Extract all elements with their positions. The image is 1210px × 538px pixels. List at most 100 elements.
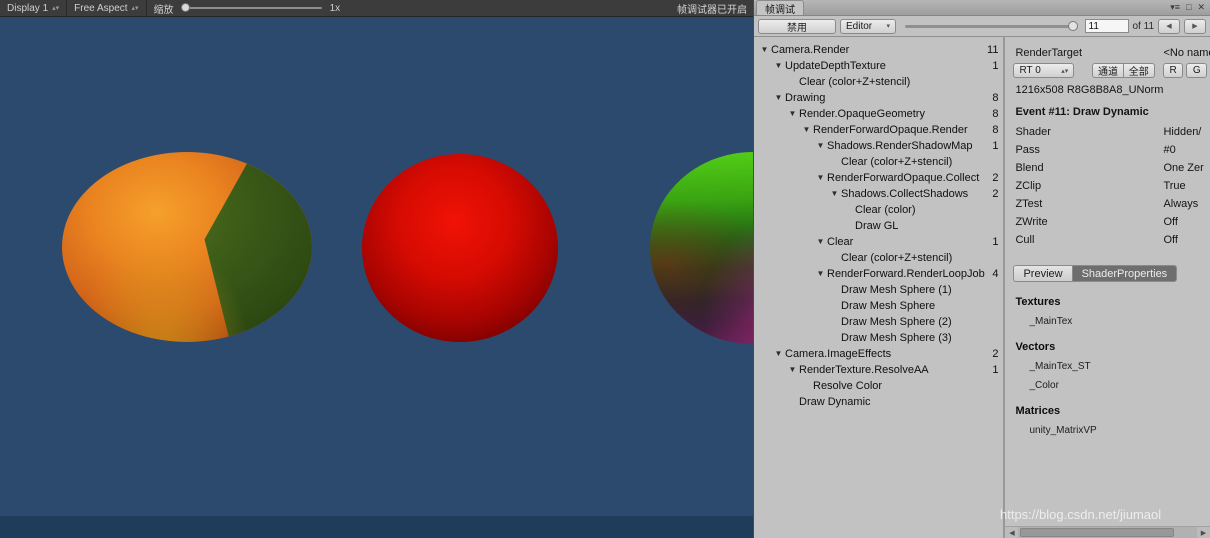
- event-slider-knob[interactable]: [1067, 20, 1078, 31]
- state-label: ZClip: [1015, 180, 1042, 192]
- red-channel-button[interactable]: R: [1162, 63, 1184, 78]
- tree-row[interactable]: Clear (color+Z+stencil): [754, 250, 1003, 266]
- zoom-slider-knob[interactable]: [180, 3, 190, 12]
- window-titlebar: 帧调试 ▾≡ □ ✕: [754, 0, 1210, 16]
- foldout-arrow-icon[interactable]: ▼: [772, 346, 785, 362]
- scroll-right-icon[interactable]: ▶: [1197, 529, 1210, 537]
- tree-row[interactable]: ▼ RenderForwardOpaque.Render 8: [754, 122, 1003, 138]
- foldout-arrow-icon[interactable]: ▼: [828, 186, 841, 202]
- tree-row-label: Clear: [827, 236, 854, 248]
- tree-row[interactable]: ▼ RenderTexture.ResolveAA 1: [754, 362, 1003, 378]
- tree-row[interactable]: ▼ RenderForwardOpaque.Collect 2: [754, 170, 1003, 186]
- next-event-button[interactable]: ▶: [1184, 18, 1206, 34]
- scroll-left-icon[interactable]: ◀: [1005, 529, 1018, 537]
- render-target-size: 1216x508 R8G8B8A8_UNorm: [1015, 84, 1164, 96]
- tree-row[interactable]: ▼ Shadows.CollectShadows 2: [754, 186, 1003, 202]
- tab-shaderproperties[interactable]: ShaderProperties: [1071, 265, 1178, 282]
- foldout-arrow-icon[interactable]: ▼: [786, 362, 799, 378]
- tree-row[interactable]: ▼ Drawing 8: [754, 90, 1003, 106]
- state-label: Cull: [1015, 234, 1035, 246]
- state-label: Blend: [1015, 162, 1044, 174]
- rt-dropdown-label: RT 0: [1019, 65, 1041, 76]
- zoom-slider[interactable]: [180, 3, 322, 12]
- foldout-arrow-icon[interactable]: ▼: [786, 106, 799, 122]
- scrollbar-thumb[interactable]: [1020, 528, 1174, 537]
- rt-dropdown[interactable]: RT 0 ▴▾: [1013, 63, 1075, 78]
- all-channels-button[interactable]: 全部: [1123, 63, 1155, 78]
- tree-row[interactable]: Draw Mesh Sphere (3): [754, 330, 1003, 346]
- tree-row-label: Drawing: [785, 92, 826, 104]
- scrollbar-track[interactable]: [1018, 527, 1197, 538]
- tree-row[interactable]: Draw Mesh Sphere (2): [754, 314, 1003, 330]
- foldout-arrow-icon[interactable]: ▼: [814, 138, 827, 154]
- render-target-value: <No name: [1163, 47, 1210, 59]
- frame-debugger-tab[interactable]: 帧调试: [756, 0, 804, 16]
- foldout-arrow-icon[interactable]: ▼: [772, 58, 785, 74]
- shader-state-row: Cull Off: [1005, 231, 1210, 249]
- tree-row[interactable]: Draw GL: [754, 218, 1003, 234]
- tree-row[interactable]: ▼ Camera.ImageEffects 2: [754, 346, 1003, 362]
- tree-row[interactable]: ▼ Camera.Render 11: [754, 42, 1003, 58]
- tree-row-label: Clear (color+Z+stencil): [841, 252, 953, 264]
- tree-row-label: Draw Dynamic: [799, 396, 871, 408]
- foldout-arrow-icon[interactable]: ▼: [814, 170, 827, 186]
- channel-toolbar: RT 0 ▴▾ 通道 全部 R G: [1005, 62, 1210, 79]
- tree-row[interactable]: ▼ UpdateDepthTexture 1: [754, 58, 1003, 74]
- maximize-icon[interactable]: □: [1186, 3, 1191, 12]
- foldout-arrow-icon[interactable]: ▼: [800, 122, 813, 138]
- state-value: True: [1163, 180, 1186, 192]
- display-dropdown[interactable]: Display 1 ▴▾: [0, 0, 66, 16]
- debugger-body: ▼ Camera.Render 11 ▼ UpdateDepthTexture 1 Clea…: [754, 36, 1210, 538]
- close-icon[interactable]: ✕: [1197, 3, 1205, 12]
- shader-state-row: ZClip True: [1005, 177, 1210, 195]
- tree-row[interactable]: ▼ Clear 1: [754, 234, 1003, 250]
- horizontal-scrollbar[interactable]: ◀ ▶: [1005, 526, 1210, 538]
- popup-arrows-icon: ▴▾: [131, 4, 139, 12]
- foldout-arrow-icon[interactable]: ▼: [814, 234, 827, 250]
- frame-debugger-window: 帧调试 ▾≡ □ ✕ 禁用 Editor ▾ of 11 ◀ ▶ ▼Camera…: [753, 0, 1210, 538]
- event-slider[interactable]: [905, 20, 1078, 31]
- tree-row[interactable]: Clear (color+Z+stencil): [754, 74, 1003, 90]
- tree-row[interactable]: Clear (color): [754, 202, 1003, 218]
- state-value: Off: [1163, 234, 1178, 246]
- green-channel-button[interactable]: G: [1186, 63, 1208, 78]
- tree-row[interactable]: Draw Dynamic: [754, 394, 1003, 410]
- tree-row-count: 4: [992, 268, 999, 280]
- prev-event-button[interactable]: ◀: [1158, 18, 1180, 34]
- tree-row[interactable]: ▼ RenderForward.RenderLoopJob 4: [754, 266, 1003, 282]
- tree-row[interactable]: Clear (color+Z+stencil): [754, 154, 1003, 170]
- tree-row[interactable]: ▼ Render.OpaqueGeometry 8: [754, 106, 1003, 122]
- state-value: Hidden/: [1163, 126, 1202, 138]
- tree-row[interactable]: ▼ Shadows.RenderShadowMap 1: [754, 138, 1003, 154]
- tree-row[interactable]: Draw Mesh Sphere: [754, 298, 1003, 314]
- tree-row-count: 2: [992, 172, 999, 184]
- shader-state-row: ZTest Always: [1005, 195, 1210, 213]
- tree-row-label: UpdateDepthTexture: [785, 60, 886, 72]
- disable-button[interactable]: 禁用: [758, 18, 836, 34]
- aspect-dropdown[interactable]: Free Aspect ▴▾: [67, 0, 145, 16]
- channel-button[interactable]: 通道: [1092, 63, 1124, 78]
- tree-row[interactable]: Draw Mesh Sphere (1): [754, 282, 1003, 298]
- shader-property-name: _MainTex: [1029, 316, 1073, 327]
- window-title: 帧调试: [765, 4, 795, 16]
- tab-preview[interactable]: Preview: [1013, 265, 1072, 282]
- tree-row[interactable]: Resolve Color: [754, 378, 1003, 394]
- pane-menu-icon[interactable]: ▾≡: [1170, 3, 1180, 12]
- tree-row-count: 11: [987, 44, 999, 56]
- sphere-orange-green: [62, 152, 312, 342]
- foldout-arrow-icon[interactable]: ▼: [758, 42, 771, 58]
- event-tree-panel: ▼ Camera.Render 11 ▼ UpdateDepthTexture 1 Clea…: [754, 36, 1003, 538]
- editor-target-dropdown[interactable]: Editor ▾: [840, 18, 896, 34]
- shader-property-name: _Color: [1029, 380, 1059, 391]
- event-number-input[interactable]: [1084, 19, 1129, 33]
- foldout-arrow-icon[interactable]: ▼: [814, 266, 827, 282]
- foldout-arrow-icon[interactable]: ▼: [772, 90, 785, 106]
